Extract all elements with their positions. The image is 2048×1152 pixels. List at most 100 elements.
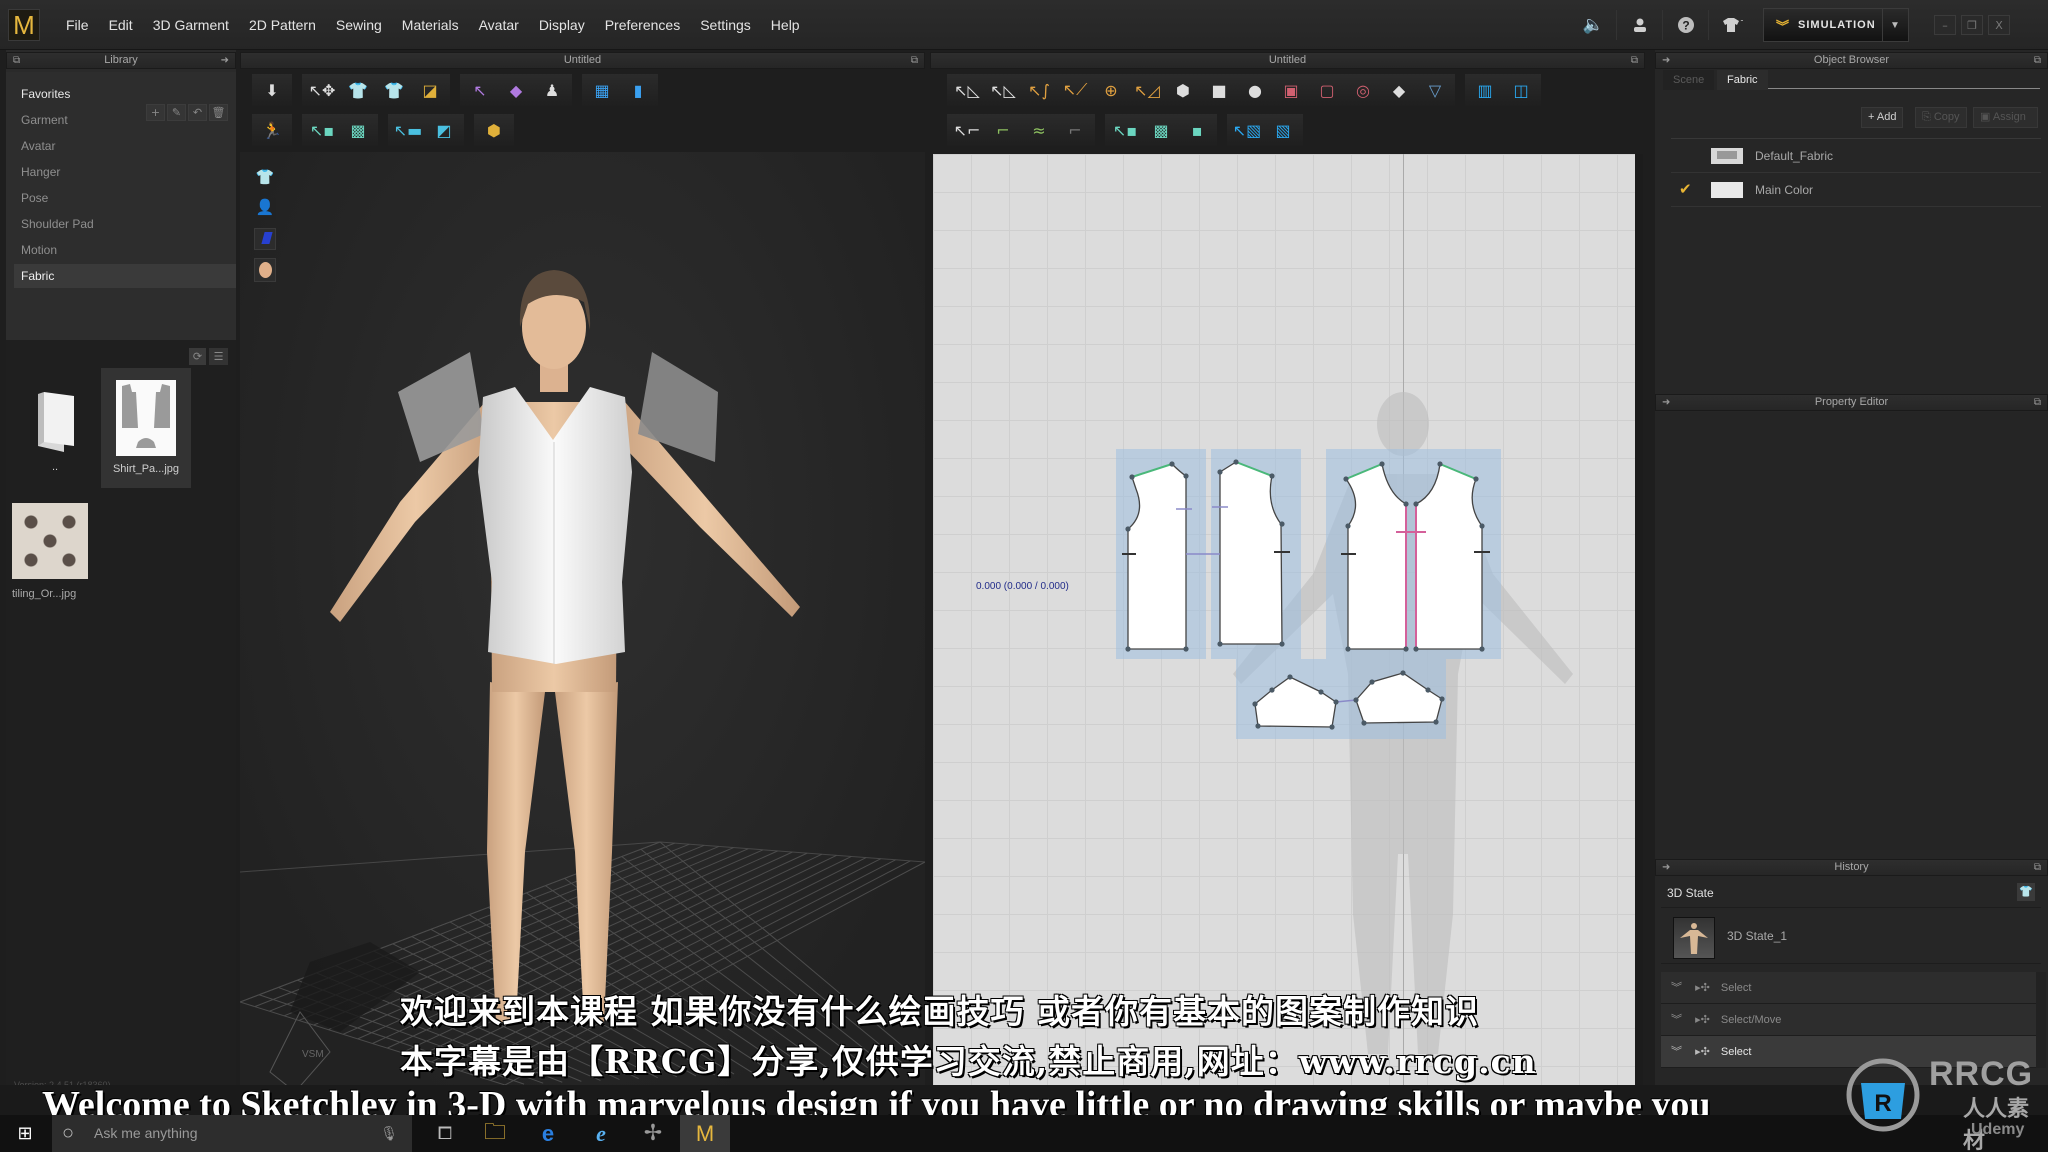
select-mesh-box-icon[interactable]: 👕 bbox=[376, 74, 412, 106]
app-logo[interactable]: M bbox=[8, 9, 40, 41]
undock-icon[interactable]: ⧉ bbox=[2034, 860, 2041, 875]
collapse-arrow-icon[interactable]: ➜ bbox=[1662, 860, 1670, 875]
menu-preferences[interactable]: Preferences bbox=[595, 17, 690, 33]
restore-button[interactable]: ❐ bbox=[1961, 15, 1983, 35]
history-state-item[interactable]: 3D State_1 bbox=[1661, 909, 2041, 964]
edit-sewing-icon[interactable]: ↖⌐ bbox=[949, 114, 985, 146]
tack-on-avatar-icon[interactable]: ♟ bbox=[534, 74, 570, 106]
maximize-icon[interactable]: ⧉ bbox=[1631, 53, 1638, 68]
menu-display[interactable]: Display bbox=[529, 17, 595, 33]
dart-icon[interactable]: ◆ bbox=[1381, 74, 1417, 106]
3d-viewport[interactable]: 👕 👤 VSM bbox=[240, 152, 925, 1085]
library-item-garment[interactable]: Garment bbox=[14, 108, 236, 132]
add-garment-icon[interactable]: + bbox=[1709, 10, 1755, 40]
undock-icon[interactable]: ⧉ bbox=[2034, 53, 2041, 68]
select-pin-icon[interactable]: ↖▬ bbox=[390, 114, 426, 146]
menu-file[interactable]: File bbox=[56, 17, 99, 33]
file-tiling-ornament[interactable]: tiling_Or...jpg bbox=[12, 503, 88, 613]
select-texture-icon[interactable]: ↖▪ bbox=[304, 114, 340, 146]
2d-pattern-canvas[interactable]: 0.000 (0.000 / 0.000) bbox=[933, 154, 1643, 1085]
select-mesh-icon[interactable]: 👕 bbox=[340, 74, 376, 106]
menu-avatar[interactable]: Avatar bbox=[469, 17, 529, 33]
edit-texture-icon[interactable]: ▩ bbox=[340, 114, 376, 146]
file-parent-folder[interactable]: .. bbox=[10, 370, 100, 480]
cortana-search[interactable]: ○ Ask me anything 🎙 bbox=[52, 1115, 412, 1152]
fold-arrange-icon[interactable]: ▥ bbox=[1467, 74, 1503, 106]
add-fabric-button[interactable]: + Add bbox=[1861, 107, 1904, 128]
trace-icon[interactable]: ▽ bbox=[1417, 74, 1453, 106]
internal-polygon-icon[interactable]: ▣ bbox=[1273, 74, 1309, 106]
history-entry[interactable]: ︾ ▸✣ Select/Move bbox=[1661, 1004, 2036, 1036]
select-move-icon[interactable]: ↖✥ bbox=[304, 74, 340, 106]
minimize-button[interactable]: – bbox=[1934, 15, 1956, 35]
close-button[interactable]: X bbox=[1988, 15, 2010, 35]
collapse-arrow-icon[interactable]: ➜ bbox=[1662, 53, 1670, 68]
collapse-arrow-icon[interactable]: ➜ bbox=[1662, 395, 1670, 410]
list-view-icon[interactable]: ☰ bbox=[209, 348, 228, 365]
user-icon[interactable] bbox=[1617, 10, 1663, 40]
edit-segment-icon[interactable]: ↖◿ bbox=[1129, 74, 1165, 106]
menu-settings[interactable]: Settings bbox=[690, 17, 761, 33]
collapse-arrow-icon[interactable]: ➜ bbox=[221, 53, 229, 68]
library-item-favorites[interactable]: Favorites bbox=[14, 82, 236, 106]
menu-help[interactable]: Help bbox=[761, 17, 810, 33]
edit-texture-2d-icon[interactable]: ↖▪ bbox=[1107, 114, 1143, 146]
edit-graphic-icon[interactable]: ↖▧ bbox=[1229, 114, 1265, 146]
tab-fabric[interactable]: Fabric bbox=[1717, 70, 1768, 90]
windows-start-icon[interactable]: ⊞ bbox=[0, 1115, 50, 1152]
fold-arrangement-icon[interactable]: ◪ bbox=[412, 74, 448, 106]
help-icon[interactable]: ? bbox=[1663, 10, 1709, 40]
simulate-drop-icon[interactable]: ⬇ bbox=[254, 74, 290, 106]
library-item-pose[interactable]: Pose bbox=[14, 186, 236, 210]
fold-icon[interactable]: ⬢ bbox=[476, 114, 512, 146]
show-texture-icon[interactable]: ▪ bbox=[1179, 114, 1215, 146]
menu-2d-pattern[interactable]: 2D Pattern bbox=[239, 17, 326, 33]
microphone-icon[interactable]: 🎙 bbox=[380, 1115, 398, 1152]
arrangement-points-icon[interactable]: ▦ bbox=[584, 74, 620, 106]
show-graphic-icon[interactable]: ▧ bbox=[1265, 114, 1301, 146]
menu-edit[interactable]: Edit bbox=[99, 17, 143, 33]
app-icon[interactable]: ✢ bbox=[628, 1115, 678, 1152]
library-item-fabric[interactable]: Fabric bbox=[14, 264, 236, 288]
mode-dropdown-arrow[interactable]: ▼ bbox=[1882, 8, 1908, 42]
polygon-icon[interactable]: ⬢ bbox=[1165, 74, 1201, 106]
copy-fabric-button[interactable]: ⎘ Copy bbox=[1915, 107, 1967, 128]
menu-materials[interactable]: Materials bbox=[392, 17, 469, 33]
maximize-icon[interactable]: ⧉ bbox=[911, 53, 918, 68]
simulation-button[interactable]: ︾ SIMULATION ▼ bbox=[1763, 8, 1909, 42]
library-item-motion[interactable]: Motion bbox=[14, 238, 236, 262]
refresh-icon[interactable]: ⟳ bbox=[189, 348, 206, 365]
fabric-row-main-color[interactable]: ✔ Main Color bbox=[1671, 173, 2041, 207]
internal-circle-icon[interactable]: ◎ bbox=[1345, 74, 1381, 106]
save-state-icon[interactable]: 👕 bbox=[2017, 883, 2035, 901]
file-shirt-pattern[interactable]: Shirt_Pa...jpg bbox=[101, 368, 191, 488]
add-point-icon[interactable]: ⊕ bbox=[1093, 74, 1129, 106]
marvelous-designer-taskbar-icon[interactable]: M bbox=[680, 1115, 730, 1152]
rectangle-icon[interactable]: ■ bbox=[1201, 74, 1237, 106]
transform-pattern-icon[interactable]: ↖◺ bbox=[949, 74, 985, 106]
animation-icon[interactable]: 🏃 bbox=[254, 114, 290, 146]
library-item-shoulder-pad[interactable]: Shoulder Pad bbox=[14, 212, 236, 236]
history-scrollbar[interactable] bbox=[2036, 972, 2046, 1068]
internal-rectangle-icon[interactable]: ▢ bbox=[1309, 74, 1345, 106]
show-sewing-icon[interactable]: ⌐ bbox=[1057, 114, 1093, 146]
circle-icon[interactable]: ● bbox=[1237, 74, 1273, 106]
seam-allowance-icon[interactable]: ◫ bbox=[1503, 74, 1539, 106]
task-view-icon[interactable]: ⧠ bbox=[420, 1115, 470, 1152]
segment-sewing-icon[interactable]: ⌐ bbox=[985, 114, 1021, 146]
menu-sewing[interactable]: Sewing bbox=[326, 17, 392, 33]
tack-on-garment-icon[interactable]: ◆ bbox=[498, 74, 534, 106]
tack-select-icon[interactable]: ↖ bbox=[462, 74, 498, 106]
fabric-row-default[interactable]: Default_Fabric bbox=[1671, 139, 2041, 173]
edit-curvature-icon[interactable]: ↖∫ bbox=[1021, 74, 1057, 106]
library-item-avatar[interactable]: Avatar bbox=[14, 134, 236, 158]
internet-explorer-icon[interactable]: e bbox=[576, 1115, 626, 1152]
free-sewing-icon[interactable]: ≈ bbox=[1021, 114, 1057, 146]
speaker-icon[interactable]: 🔈 bbox=[1571, 10, 1617, 40]
edge-browser-icon[interactable]: e bbox=[523, 1115, 573, 1152]
texture-2d-icon[interactable]: ▩ bbox=[1143, 114, 1179, 146]
undock-icon[interactable]: ⧉ bbox=[13, 53, 20, 68]
menu-3d-garment[interactable]: 3D Garment bbox=[143, 17, 239, 33]
library-item-hanger[interactable]: Hanger bbox=[14, 160, 236, 184]
edit-curve-point-icon[interactable]: ↖⟋ bbox=[1057, 74, 1093, 106]
